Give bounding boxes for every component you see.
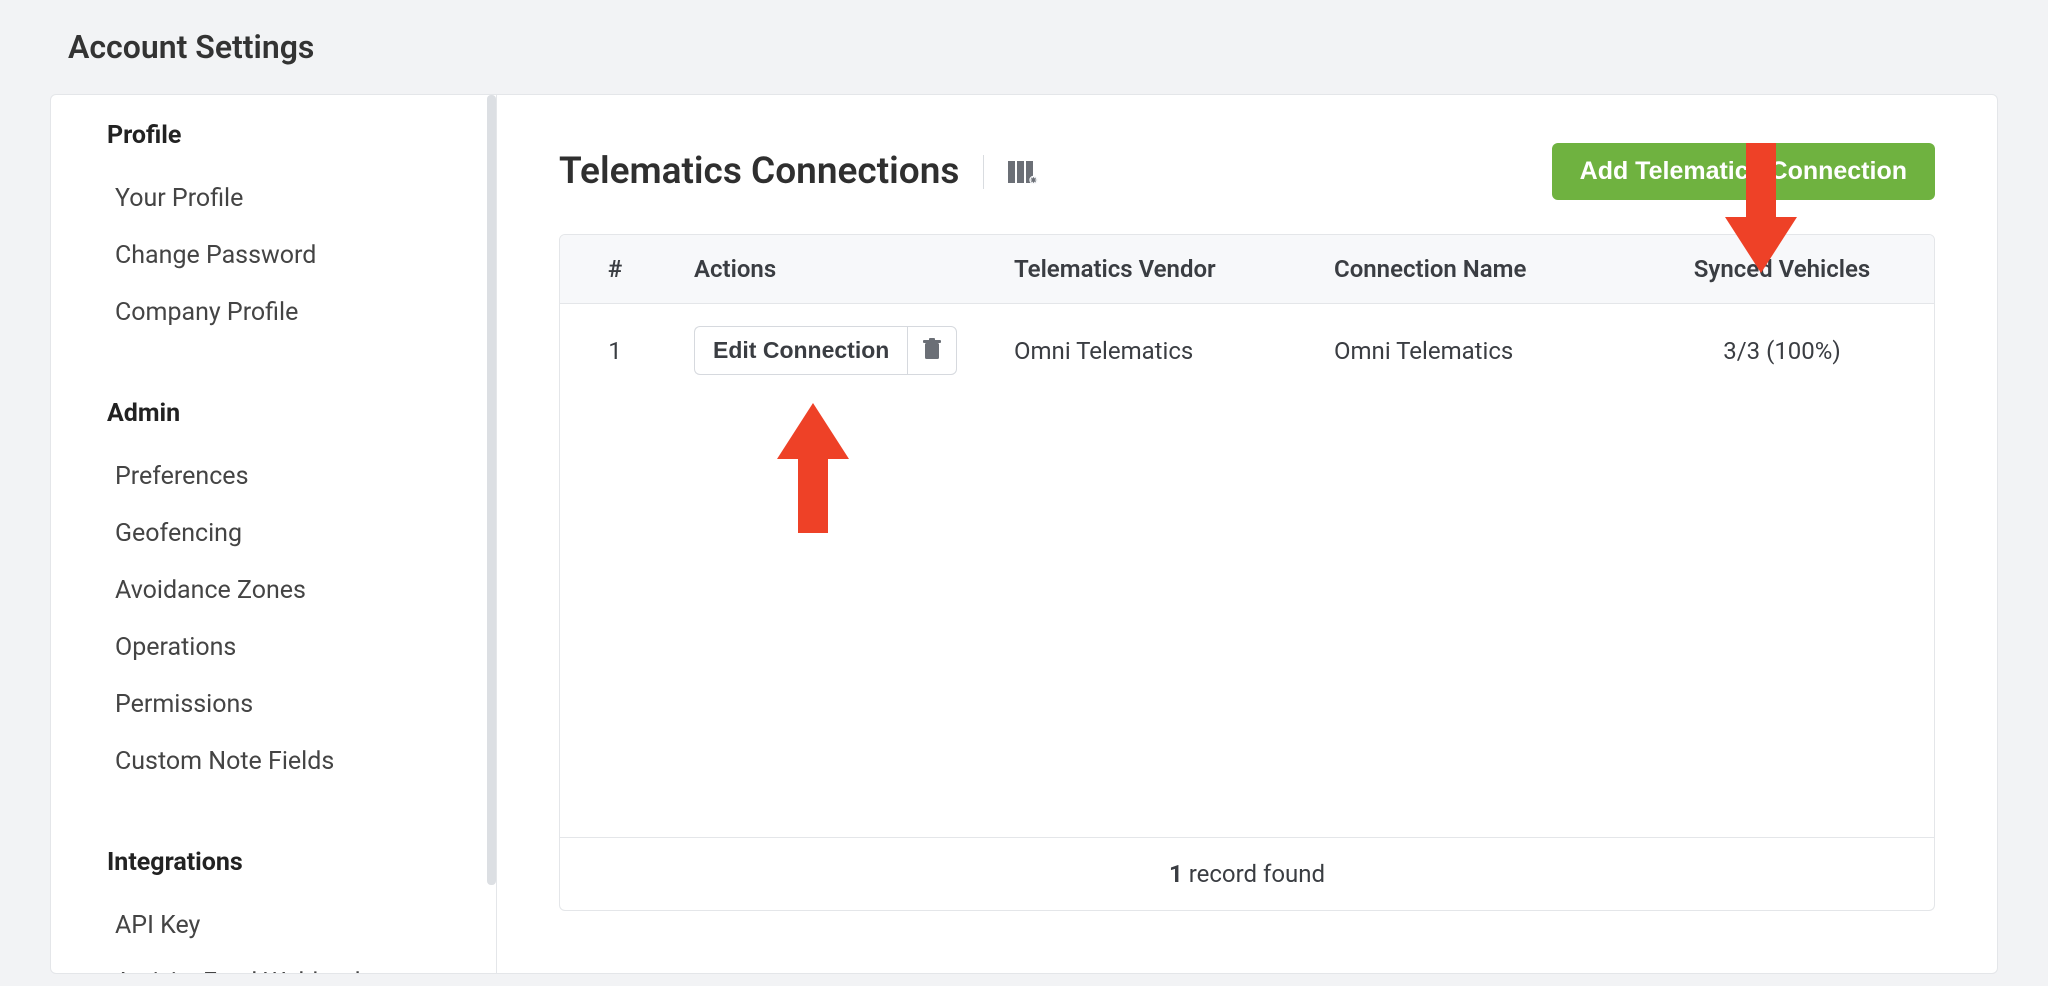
sidebar-group-integrations: Integrations API Key Activity Feed Webho… — [107, 844, 472, 974]
sidebar-item-geofencing[interactable]: Geofencing — [107, 505, 472, 562]
edit-connection-button[interactable]: Edit Connection — [694, 326, 907, 375]
sidebar-heading-profile: Profile — [107, 117, 472, 154]
column-config-icon[interactable] — [1008, 159, 1038, 185]
th-connection-name: Connection Name — [1310, 235, 1630, 304]
delete-connection-button[interactable] — [907, 326, 957, 375]
main-header-left: Telematics Connections — [559, 150, 1038, 193]
sidebar-heading-admin: Admin — [107, 395, 472, 432]
sidebar-item-permissions[interactable]: Permissions — [107, 676, 472, 733]
record-count: 1 — [1169, 860, 1183, 888]
th-actions: Actions — [670, 235, 990, 304]
sidebar-item-your-profile[interactable]: Your Profile — [107, 170, 472, 227]
cell-actions: Edit Connection — [670, 304, 990, 398]
sidebar-item-avoidance-zones[interactable]: Avoidance Zones — [107, 562, 472, 619]
sidebar-heading-integrations: Integrations — [107, 844, 472, 881]
page-title: Account Settings — [0, 0, 2048, 94]
settings-panel: Profile Your Profile Change Password Com… — [50, 94, 1998, 974]
th-number: # — [560, 235, 670, 304]
table-spacer-row — [560, 397, 1934, 837]
sidebar-item-operations[interactable]: Operations — [107, 619, 472, 676]
cell-number: 1 — [560, 304, 670, 398]
sidebar-group-profile: Profile Your Profile Change Password Com… — [107, 117, 472, 341]
cell-connection-name: Omni Telematics — [1310, 304, 1630, 398]
sidebar-item-change-password[interactable]: Change Password — [107, 227, 472, 284]
divider — [983, 155, 984, 189]
add-telematics-connection-button[interactable]: Add Telematics Connection — [1552, 143, 1935, 200]
main-content: Telematics Connections Add Telematics Co… — [497, 95, 1997, 973]
table-row: 1 Edit Connection — [560, 304, 1934, 398]
sidebar-scrollbar[interactable] — [487, 95, 496, 973]
cell-vendor: Omni Telematics — [990, 304, 1310, 398]
connections-table-wrap: # Actions Telematics Vendor Connection N… — [559, 234, 1935, 838]
th-synced-vehicles: Synced Vehicles — [1630, 235, 1934, 304]
sidebar-item-company-profile[interactable]: Company Profile — [107, 284, 472, 341]
main-header: Telematics Connections Add Telematics Co… — [559, 143, 1935, 200]
cell-synced-vehicles: 3/3 (100%) — [1630, 304, 1934, 398]
record-found-text: record found — [1183, 860, 1325, 888]
trash-icon — [922, 338, 942, 363]
th-vendor: Telematics Vendor — [990, 235, 1310, 304]
sidebar-item-api-key[interactable]: API Key — [107, 897, 472, 954]
table-header-row: # Actions Telematics Vendor Connection N… — [560, 235, 1934, 304]
table-footer: 1 record found — [559, 838, 1935, 911]
sidebar-item-custom-note-fields[interactable]: Custom Note Fields — [107, 733, 472, 790]
main-title: Telematics Connections — [559, 150, 959, 193]
sidebar-item-preferences[interactable]: Preferences — [107, 448, 472, 505]
sidebar-item-activity-feed-webhook[interactable]: Activity Feed Webhook — [107, 954, 472, 974]
sidebar-group-admin: Admin Preferences Geofencing Avoidance Z… — [107, 395, 472, 790]
sidebar-scrollbar-thumb[interactable] — [487, 95, 496, 885]
sidebar: Profile Your Profile Change Password Com… — [51, 95, 497, 973]
connections-table: # Actions Telematics Vendor Connection N… — [560, 235, 1934, 837]
